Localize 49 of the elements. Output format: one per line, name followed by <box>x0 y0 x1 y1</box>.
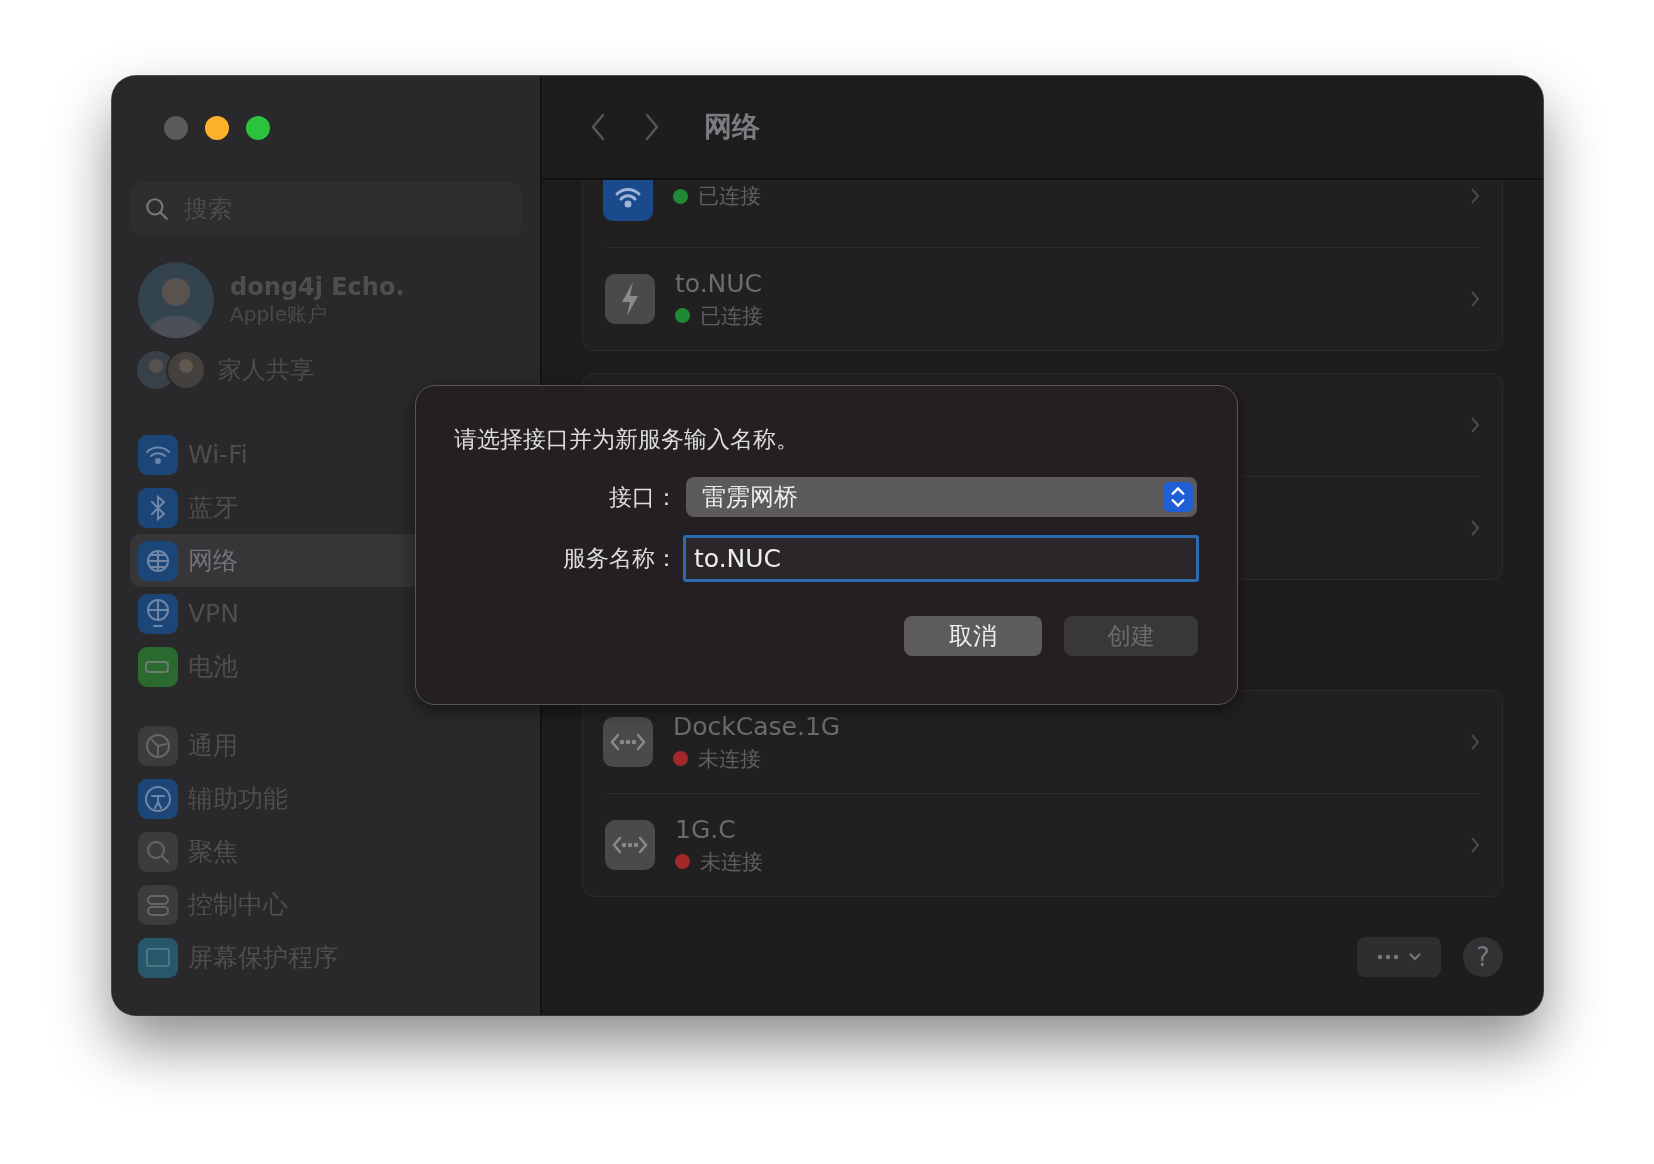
wifi-icon <box>603 180 653 221</box>
service-name: 1G.C <box>675 814 737 844</box>
lightning-icon <box>605 274 655 324</box>
cancel-button[interactable]: 取消 <box>904 616 1042 656</box>
zoom-button[interactable] <box>246 116 270 140</box>
battery-icon <box>138 646 178 687</box>
forward-icon[interactable] <box>644 113 660 141</box>
chevron-icon <box>1470 187 1480 205</box>
status-text: 未连接 <box>700 848 763 876</box>
field-label: 接口： <box>608 482 679 512</box>
service-name-field[interactable]: to.NUC <box>683 535 1199 582</box>
status-text: 已连接 <box>700 302 763 330</box>
chevron-icon <box>1470 290 1480 308</box>
gear-icon <box>138 725 178 766</box>
service-row[interactable]: to.NUC 已连接 <box>605 247 1480 350</box>
service-row[interactable]: DockCase.1G 未连接 <box>583 691 1502 793</box>
toggle-icon <box>138 884 178 925</box>
chevron-icon <box>1470 836 1480 854</box>
dialog-message: 请选择接口并为新服务输入名称。 <box>454 425 800 454</box>
more-button[interactable] <box>1357 937 1441 977</box>
page-title: 网络 <box>704 109 760 145</box>
globe-icon <box>138 540 178 581</box>
chevron-icon <box>1470 733 1480 751</box>
chevron-icon <box>1470 519 1480 537</box>
service-row[interactable]: 已连接 <box>583 180 1502 247</box>
screen-icon <box>138 937 178 978</box>
back-icon[interactable] <box>590 113 606 141</box>
vpn-icon <box>138 593 178 634</box>
wifi-icon <box>138 434 178 475</box>
family-avatars-icon <box>136 350 206 390</box>
help-button[interactable]: ? <box>1463 937 1503 977</box>
service-row[interactable]: 1G.C 未连接 <box>605 793 1480 896</box>
minimize-button[interactable] <box>205 116 229 140</box>
interface-dropdown[interactable]: 雷雳网桥 <box>686 477 1197 517</box>
status-text: 已连接 <box>698 183 761 210</box>
ethernet-icon <box>603 717 653 767</box>
bluetooth-icon <box>138 487 178 528</box>
close-button[interactable] <box>164 116 188 140</box>
avatar-icon[interactable] <box>138 262 214 338</box>
ethernet-icon <box>605 820 655 870</box>
search-icon <box>138 831 178 872</box>
field-label: 服务名称： <box>562 544 679 573</box>
search-icon <box>144 196 170 222</box>
updown-icon <box>1163 481 1193 513</box>
service-name: DockCase.1G <box>673 711 842 741</box>
service-name: to.NUC <box>675 268 764 298</box>
status-text: 未连接 <box>698 745 761 773</box>
chevron-icon <box>1470 416 1480 434</box>
accessibility-icon <box>138 778 178 819</box>
